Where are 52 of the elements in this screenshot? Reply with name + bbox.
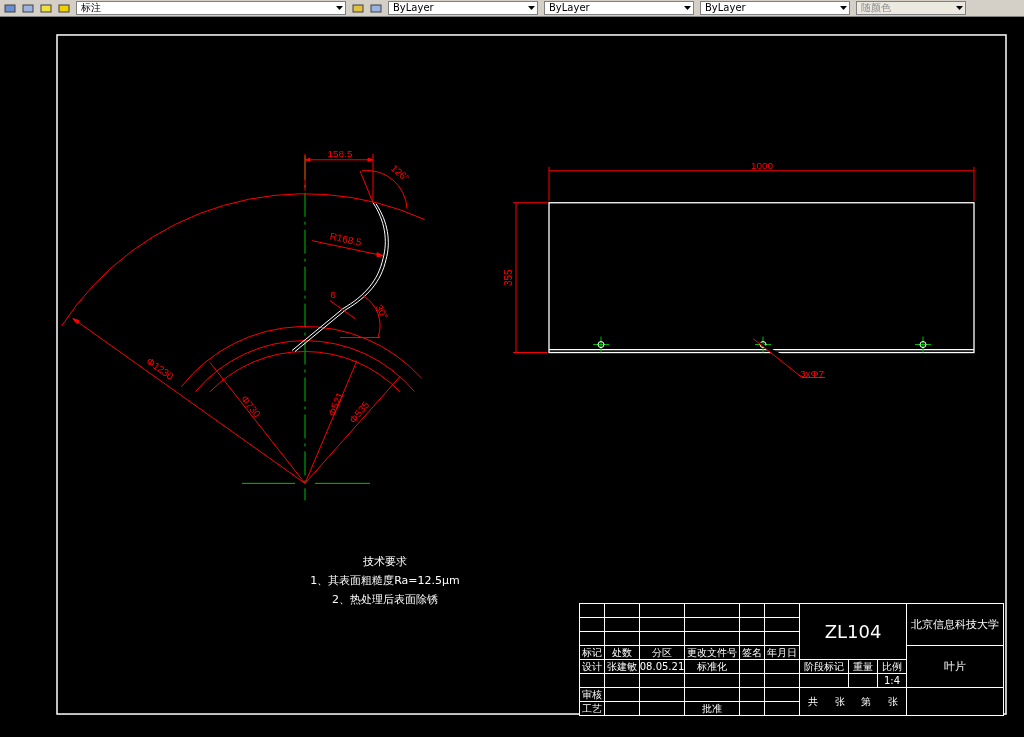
layers-icon[interactable]: [4, 2, 16, 14]
title-block-label: 处数: [605, 646, 639, 659]
dimension-text: 126°: [388, 162, 412, 184]
title-block-label: 张: [834, 695, 845, 708]
property-dropdown[interactable]: ByLayer: [544, 1, 694, 15]
scale-value: 1:4: [878, 674, 906, 687]
title-block-label: 签名: [740, 646, 764, 659]
title-block-label: 更改文件号: [685, 646, 739, 659]
title-block-label: 共: [808, 695, 819, 708]
dimension-text: 6: [330, 288, 336, 300]
title-block-label: 分区: [640, 646, 684, 659]
notes-title: 技术要求: [363, 555, 407, 568]
dimension-text: R168.5: [328, 230, 363, 248]
dropdown-caret-icon[interactable]: [336, 6, 343, 10]
dropdown-caret-icon[interactable]: [528, 6, 535, 10]
hole-mark: [914, 336, 932, 354]
school-name: 北京信息科技大学: [907, 604, 1003, 645]
title-block-label: 审核: [580, 688, 604, 701]
title-block-label: 设计: [580, 660, 604, 673]
dimension-text: 158.5: [327, 147, 353, 159]
note-text: 1、其表面粗糙度Ra=12.5μm: [310, 574, 460, 587]
layers-icon[interactable]: [22, 2, 34, 14]
dimension-text: 355: [503, 269, 514, 286]
title-block-label: 工艺: [580, 702, 604, 715]
title-block-label: 标记: [580, 646, 604, 659]
hole-mark: [592, 336, 610, 354]
part-code: ZL104: [800, 604, 906, 659]
property-dropdown[interactable]: ByLayer: [700, 1, 850, 15]
dimension-text: 1000: [750, 159, 774, 171]
dropdown-caret-icon[interactable]: [840, 6, 847, 10]
layers-icon[interactable]: [352, 2, 364, 14]
title-block-label: 批准: [685, 702, 739, 715]
property-dropdown[interactable]: ByLayer: [388, 1, 538, 15]
layers-icon[interactable]: [370, 2, 382, 14]
hole-mark: [754, 336, 772, 354]
title-block-label: 标准化: [685, 660, 739, 673]
title-block-label: 第: [861, 695, 872, 708]
dimension-text: Φ521: [326, 390, 346, 418]
dropdown-caret-icon[interactable]: [684, 6, 691, 10]
title-block-label: 比例: [878, 660, 906, 673]
title-block-label: 张建敏: [605, 660, 639, 673]
dimension-text: 3xΦ7: [799, 368, 825, 380]
part-name: 叶片: [907, 646, 1003, 687]
title-block-label: 张: [887, 695, 898, 708]
title-block-label: 年月日: [765, 646, 799, 659]
dimension-line: [304, 153, 374, 202]
title-block-label: 08.05.21: [640, 660, 684, 673]
title-block-label: 重量: [849, 660, 877, 673]
dimension-text: 30°: [373, 302, 391, 322]
layer-dropdown[interactable]: 标注: [76, 1, 346, 15]
note-text: 2、热处理后表面除锈: [332, 593, 438, 606]
title-block-label: 阶段标记: [800, 660, 848, 673]
